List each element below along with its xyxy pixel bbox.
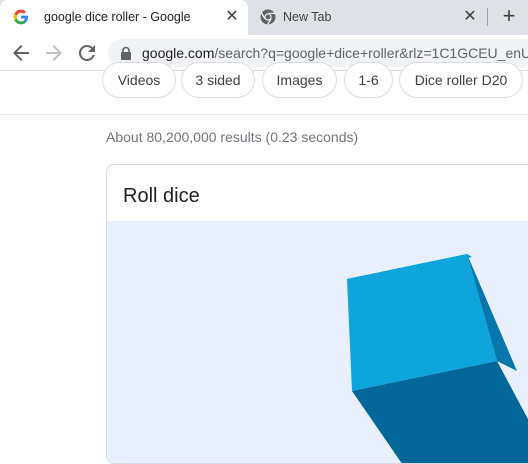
tab-title: New Tab [283,10,332,24]
card-title: Roll dice [123,185,200,207]
die-graphic[interactable] [107,221,528,464]
chrome-icon [260,9,276,25]
chip-dice-roller-d20[interactable]: Dice roller D20 [399,62,523,98]
dice-area[interactable] [107,221,528,464]
tab-new-tab[interactable]: New Tab ✕ [248,0,488,35]
dice-roller-card: Roll dice [106,164,528,464]
lock-icon[interactable] [119,46,133,60]
tab-google-search[interactable]: google dice roller - Google Search ✕ [0,0,248,35]
tab-divider [487,8,488,26]
chip-images[interactable]: Images [262,62,337,98]
close-tab-icon[interactable]: ✕ [461,8,479,26]
close-tab-icon[interactable]: ✕ [223,8,241,26]
url-path: /search?q=google+dice+roller&rlz=1C1GCEU… [214,45,528,61]
search-chips: Videos 3 sided Images 1-6 Dice roller D2… [0,60,528,102]
new-tab-icon[interactable]: + [498,5,520,28]
chip-videos[interactable]: Videos [102,62,176,98]
result-stats: About 80,200,000 results (0.23 seconds) [106,129,359,145]
tab-strip: google dice roller - Google Search ✕ New… [0,0,528,35]
divider [0,114,528,115]
url-host: google.com [142,45,215,61]
tab-title: google dice roller - Google Search [44,10,194,24]
chip-1-6[interactable]: 1-6 [344,62,393,98]
chip-3-sided[interactable]: 3 sided [181,62,255,98]
url-text[interactable]: google.com/search?q=google+dice+roller&r… [142,45,528,61]
google-g-icon [13,9,29,25]
